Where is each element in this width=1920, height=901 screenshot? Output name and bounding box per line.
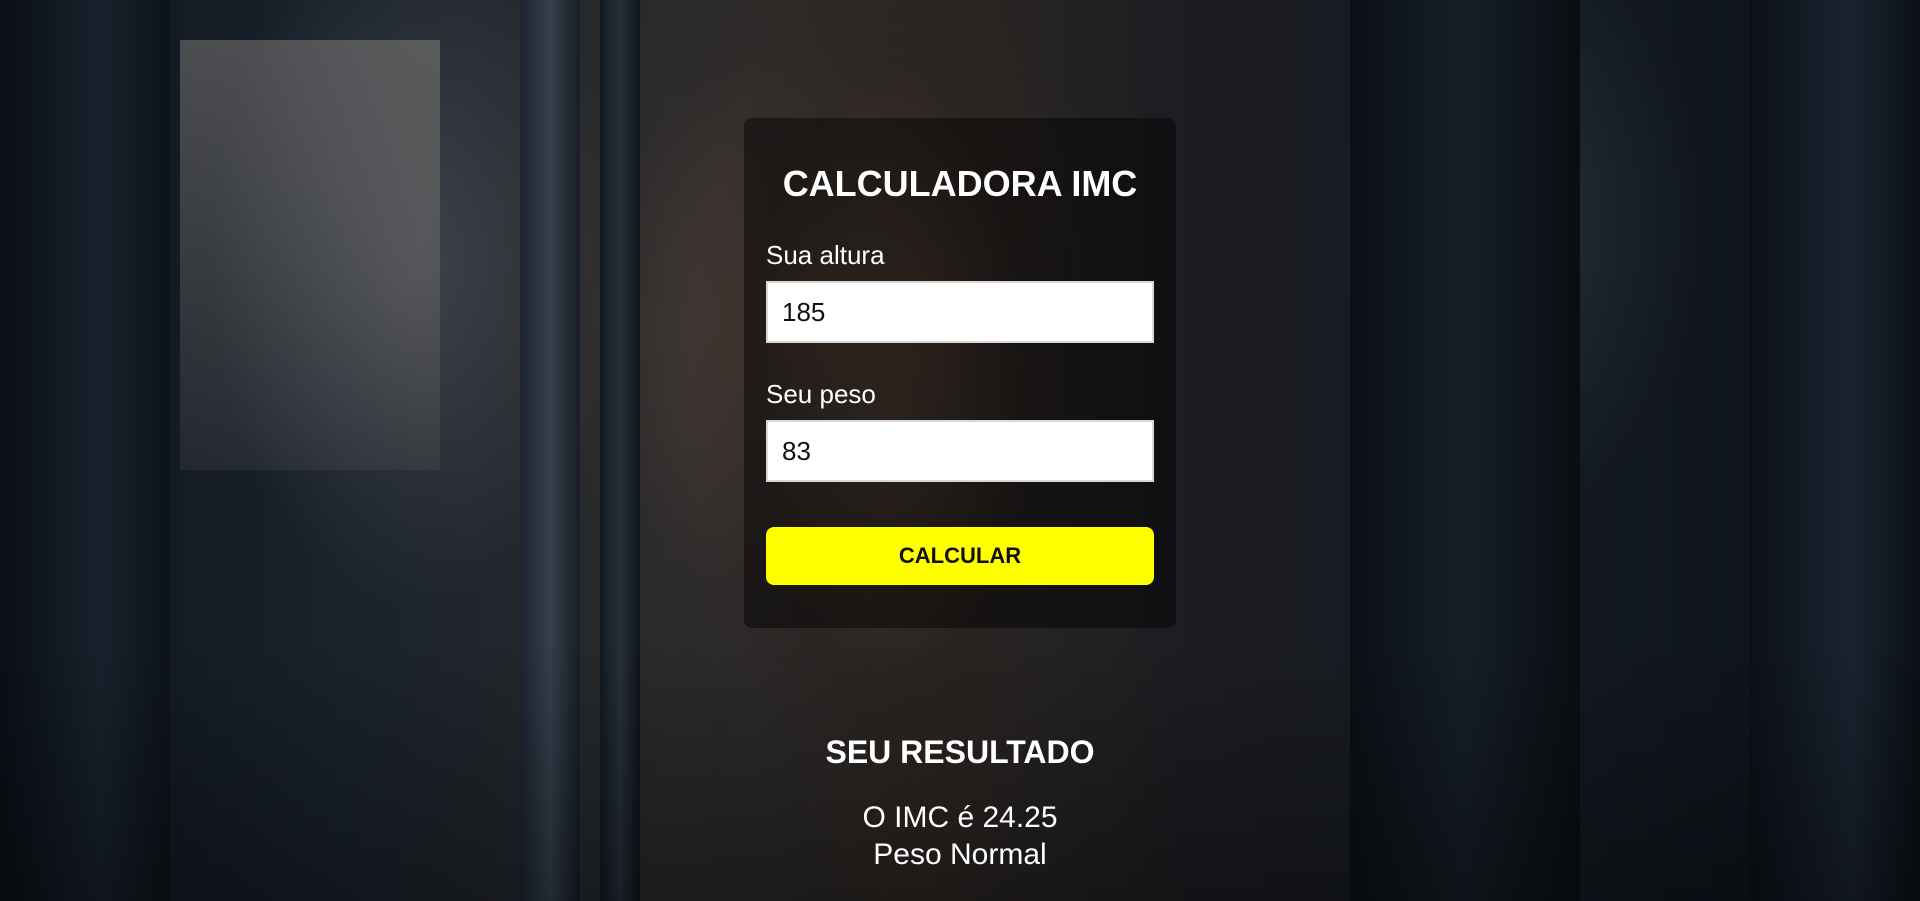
calculate-button[interactable]: CALCULAR [766, 527, 1154, 585]
bmi-classification: Peso Normal [873, 838, 1047, 871]
height-label: Sua altura [766, 240, 885, 270]
background-window [180, 40, 440, 470]
weight-input[interactable] [766, 420, 1154, 482]
result-section: SEU RESULTADO O IMC é 24.25 Peso Normal [760, 734, 1160, 873]
calculator-title: CALCULADORA IMC [782, 163, 1138, 204]
calculator-card: CALCULADORA IMC Sua altura Seu peso CALC… [744, 118, 1176, 628]
height-input[interactable] [766, 281, 1154, 343]
weight-label: Seu peso [766, 379, 876, 409]
bmi-value-text: O IMC é 24.25 [862, 801, 1058, 834]
result-title: SEU RESULTADO [825, 734, 1095, 770]
